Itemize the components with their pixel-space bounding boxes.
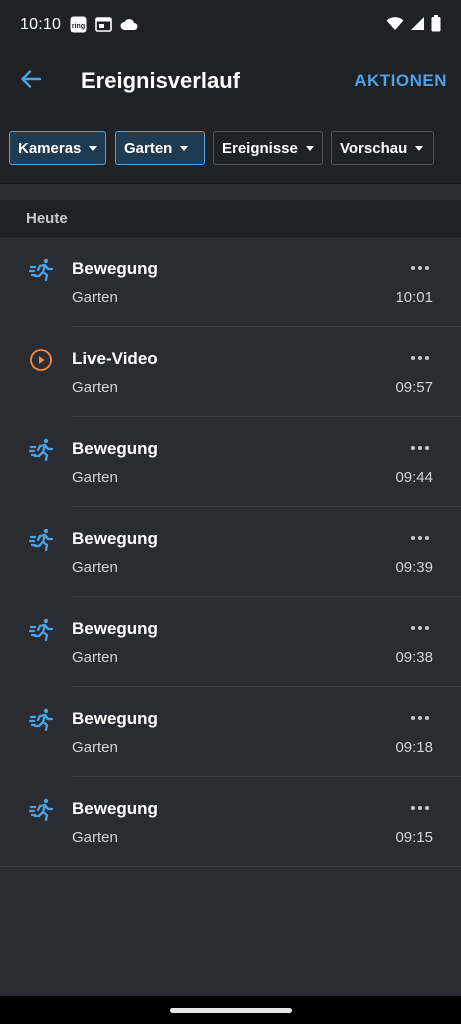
filter-chip-vorschau[interactable]: Vorschau — [331, 131, 434, 165]
filter-chip-label: Garten — [124, 139, 173, 157]
event-location: Garten — [72, 649, 118, 666]
cell-signal-icon — [410, 16, 425, 36]
event-row[interactable]: Bewegung Garten 09:18 — [0, 687, 461, 777]
caret-down-icon — [180, 145, 189, 151]
event-location: Garten — [72, 289, 118, 306]
event-title: Bewegung — [72, 529, 158, 548]
filter-chip-label: Vorschau — [340, 139, 408, 157]
event-time: 09:39 — [395, 559, 433, 576]
event-row[interactable]: Bewegung Garten 09:15 — [0, 777, 461, 867]
motion-runner-icon — [28, 617, 55, 643]
more-options-icon[interactable] — [409, 349, 431, 367]
event-time: 09:38 — [395, 649, 433, 666]
caret-down-icon — [89, 145, 98, 151]
section-title: Heute — [26, 210, 68, 227]
filter-chip-label: Kameras — [18, 139, 82, 157]
more-options-icon[interactable] — [409, 529, 431, 547]
arrow-left-icon — [20, 68, 42, 95]
cloud-icon — [120, 18, 138, 36]
event-title: Bewegung — [72, 619, 158, 638]
event-time: 09:57 — [395, 379, 433, 396]
motion-runner-icon — [28, 797, 55, 823]
home-gesture-handle[interactable] — [170, 1008, 292, 1013]
motion-runner-icon — [28, 707, 55, 733]
event-row[interactable]: Live-Video Garten 09:57 — [0, 327, 461, 417]
event-list: Bewegung Garten 10:01 Live-Video Garten … — [0, 237, 461, 867]
status-bar: 10:10 ring — [0, 0, 461, 50]
battery-icon — [431, 15, 441, 37]
system-nav-bar — [0, 996, 461, 1024]
event-location: Garten — [72, 379, 118, 396]
event-time: 09:18 — [395, 739, 433, 756]
event-title: Bewegung — [72, 709, 158, 728]
calendar-notification-icon — [95, 17, 112, 37]
caret-down-icon — [305, 145, 314, 151]
event-title: Bewegung — [72, 439, 158, 458]
status-time: 10:10 — [20, 16, 62, 33]
event-row[interactable]: Bewegung Garten 09:44 — [0, 417, 461, 507]
more-options-icon[interactable] — [409, 799, 431, 817]
event-row[interactable]: Bewegung Garten 09:38 — [0, 597, 461, 687]
back-button[interactable] — [14, 64, 48, 98]
event-title: Bewegung — [72, 799, 158, 818]
svg-text:ring: ring — [72, 23, 85, 30]
event-time: 09:15 — [395, 829, 433, 846]
event-time: 10:01 — [395, 289, 433, 306]
notification-icons: ring — [70, 16, 138, 38]
motion-runner-icon — [28, 437, 55, 463]
filter-bar: Kameras Garten Ereignisse Vorschau — [0, 116, 461, 184]
event-time: 09:44 — [395, 469, 433, 486]
event-location: Garten — [72, 559, 118, 576]
event-location: Garten — [72, 739, 118, 756]
event-row[interactable]: Bewegung Garten 09:39 — [0, 507, 461, 597]
filter-chip-ereignisse[interactable]: Ereignisse — [213, 131, 323, 165]
event-title: Bewegung — [72, 259, 158, 278]
wifi-icon — [386, 16, 404, 36]
actions-button[interactable]: AKTIONEN — [354, 71, 447, 91]
play-circle-icon — [29, 347, 55, 373]
page-title: Ereignisverlauf — [81, 68, 240, 93]
more-options-icon[interactable] — [409, 439, 431, 457]
filter-chip-kameras[interactable]: Kameras — [9, 131, 106, 165]
more-options-icon[interactable] — [409, 709, 431, 727]
event-location: Garten — [72, 469, 118, 486]
section-header-today: Heute — [0, 200, 461, 237]
ring-app-icon: ring — [70, 16, 87, 38]
more-options-icon[interactable] — [409, 619, 431, 637]
app-bar: Ereignisverlauf AKTIONEN — [0, 50, 461, 116]
more-options-icon[interactable] — [409, 259, 431, 277]
event-title: Live-Video — [72, 349, 158, 368]
system-icons — [386, 15, 441, 37]
event-location: Garten — [72, 829, 118, 846]
event-row[interactable]: Bewegung Garten 10:01 — [0, 237, 461, 327]
filter-chip-label: Ereignisse — [222, 139, 298, 157]
motion-runner-icon — [28, 527, 55, 553]
motion-runner-icon — [28, 257, 55, 283]
caret-down-icon — [415, 145, 424, 151]
filter-chip-garten[interactable]: Garten — [115, 131, 205, 165]
